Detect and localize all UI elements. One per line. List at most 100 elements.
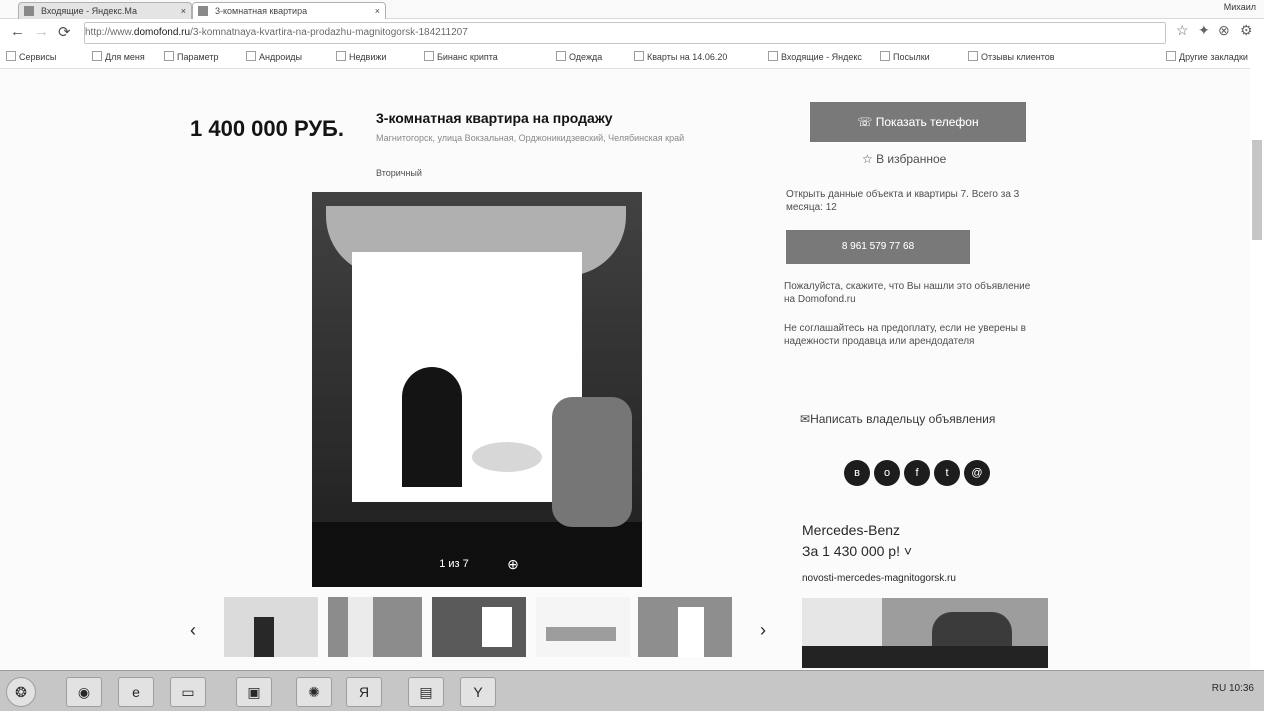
bookmark-item[interactable]: Параметр bbox=[164, 51, 219, 62]
bookmark-label: Входящие - Яндекс bbox=[781, 52, 862, 62]
photo-chair bbox=[552, 397, 632, 527]
star-icon: ☆ bbox=[862, 152, 877, 166]
photo-table bbox=[472, 442, 542, 472]
bookmark-item[interactable]: Кварты на 14.06.20 bbox=[634, 51, 727, 62]
bookmark-item[interactable]: Одежда bbox=[556, 51, 602, 62]
folder-icon bbox=[92, 51, 102, 61]
system-tray[interactable]: RU 10:36 bbox=[1212, 683, 1254, 694]
folder-icon bbox=[164, 51, 174, 61]
bookmark-item[interactable]: Отзывы клиентов bbox=[968, 51, 1055, 62]
settings-icon[interactable]: ✺ bbox=[296, 677, 332, 707]
twitter-icon[interactable]: t bbox=[934, 460, 960, 486]
mail-icon[interactable]: @ bbox=[964, 460, 990, 486]
favorite-button[interactable]: ☆ В избранное bbox=[862, 152, 946, 166]
photo-window bbox=[352, 252, 582, 502]
bookmark-item[interactable]: Для меня bbox=[92, 51, 145, 62]
folder-icon bbox=[634, 51, 644, 61]
extension-icon[interactable]: ✦ bbox=[1198, 22, 1210, 39]
yandex-icon[interactable]: Я bbox=[346, 677, 382, 707]
favorite-label: В избранное bbox=[876, 152, 947, 166]
main-photo[interactable] bbox=[312, 192, 642, 587]
bookmark-label: Отзывы клиентов bbox=[981, 52, 1055, 62]
bookmark-item[interactable]: Недвижи bbox=[336, 51, 386, 62]
tab-label: Входящие - Яндекс.Ма bbox=[41, 6, 138, 16]
close-icon[interactable]: × bbox=[375, 3, 380, 19]
thumbnail[interactable] bbox=[328, 597, 422, 657]
facebook-icon[interactable]: f bbox=[904, 460, 930, 486]
thumb-bg bbox=[328, 597, 422, 657]
ad-site[interactable]: novosti-mercedes-magnitogorsk.ru bbox=[802, 573, 956, 584]
views-info: Открыть данные объекта и квартиры 7. Все… bbox=[786, 189, 1020, 213]
close-icon[interactable]: × bbox=[181, 3, 186, 19]
reload-icon[interactable]: ⟳ bbox=[58, 23, 71, 41]
thumbnail[interactable] bbox=[638, 597, 732, 657]
thumbnail[interactable] bbox=[432, 597, 526, 657]
toolbar: ← → ⟳ http://www.domofond.ru/3-komnatnay… bbox=[0, 19, 1264, 46]
menu-icon[interactable]: ⚙ bbox=[1240, 22, 1253, 39]
photo-figure bbox=[402, 367, 462, 487]
address-bar[interactable]: http://www.domofond.ru/3-komnatnaya-kvar… bbox=[84, 22, 1166, 44]
bookmark-item[interactable]: Посылки bbox=[880, 51, 930, 62]
prepay-warning: Не соглашайтесь на предоплату, если не у… bbox=[784, 323, 1026, 347]
forward-icon[interactable]: → bbox=[34, 23, 49, 40]
bookmark-label: Андроиды bbox=[259, 52, 302, 62]
tab-mail[interactable]: Входящие - Яндекс.Ма × bbox=[18, 2, 192, 19]
other-bookmarks[interactable]: Другие закладки bbox=[1166, 51, 1248, 62]
mail-favicon-icon bbox=[24, 6, 34, 16]
media-icon[interactable]: ▣ bbox=[236, 677, 272, 707]
bookmarks-bar: Сервисы Для меня Параметр Андроиды Недви… bbox=[0, 46, 1264, 69]
url-domain: domofond.ru bbox=[133, 27, 191, 38]
app-icon[interactable]: ▤ bbox=[408, 677, 444, 707]
phone-icon: ☏ bbox=[857, 115, 876, 129]
page-icon bbox=[424, 51, 434, 61]
start-icon[interactable]: ❂ bbox=[6, 677, 36, 707]
thumb-shape bbox=[348, 597, 373, 657]
ok-icon[interactable]: о bbox=[874, 460, 900, 486]
apps-bookmark[interactable]: Сервисы bbox=[6, 51, 56, 62]
photo-counter: 1 из 7 bbox=[422, 550, 486, 578]
thumb-shape bbox=[678, 607, 704, 657]
thumbs-next-icon[interactable]: › bbox=[760, 620, 766, 641]
folder-icon bbox=[556, 51, 566, 61]
sync-icon[interactable]: ⊗ bbox=[1218, 22, 1230, 39]
star-icon[interactable]: ☆ bbox=[1176, 22, 1189, 39]
explorer-icon[interactable]: ▭ bbox=[170, 677, 206, 707]
chrome-icon[interactable]: ◉ bbox=[66, 677, 102, 707]
thumbnail[interactable] bbox=[224, 597, 318, 657]
folder-icon bbox=[336, 51, 346, 61]
yandex-browser-icon[interactable]: Y bbox=[460, 677, 496, 707]
package-icon bbox=[880, 51, 890, 61]
listing-type: Вторичный bbox=[376, 168, 422, 178]
thumbnail[interactable] bbox=[536, 597, 630, 657]
back-icon[interactable]: ← bbox=[10, 23, 25, 40]
vk-icon[interactable]: в bbox=[844, 460, 870, 486]
bookmark-item[interactable]: Андроиды bbox=[246, 51, 302, 62]
bookmark-label: Сервисы bbox=[19, 52, 57, 62]
bookmark-label: Для меня bbox=[105, 52, 145, 62]
ie-icon[interactable]: e bbox=[118, 677, 154, 707]
write-owner-link[interactable]: ✉Написать владельцу объявления bbox=[800, 412, 995, 426]
write-owner-label: Написать владельцу объявления bbox=[810, 412, 996, 426]
thumb-shape bbox=[254, 617, 274, 657]
bookmark-item[interactable]: Входящие - Яндекс bbox=[768, 51, 862, 62]
taskbar: ❂ ◉ e ▭ ▣ ✺ Я ▤ Y RU 10:36 bbox=[0, 670, 1264, 711]
phone-number-button[interactable]: 8 961 579 77 68 bbox=[786, 230, 970, 264]
show-phone-button[interactable]: ☏ Показать телефон bbox=[810, 102, 1026, 142]
bookmark-label: Параметр bbox=[177, 52, 219, 62]
bookmark-item[interactable]: Бинанс крипта bbox=[424, 51, 498, 62]
zoom-icon[interactable]: ⊕ bbox=[494, 550, 532, 578]
apps-icon bbox=[6, 51, 16, 61]
ad-image-shape bbox=[802, 646, 1048, 668]
folder-icon bbox=[246, 51, 256, 61]
tab-listing[interactable]: 3-комнатная квартира × bbox=[192, 2, 386, 19]
bookmark-label: Недвижи bbox=[349, 52, 387, 62]
ad-title[interactable]: Mercedes-Benz bbox=[802, 522, 900, 538]
page-favicon-icon bbox=[198, 6, 208, 16]
scrollbar-thumb[interactable] bbox=[1252, 140, 1262, 240]
thumbs-prev-icon[interactable]: ‹ bbox=[190, 620, 196, 641]
profile-name[interactable]: Михаил bbox=[1224, 2, 1256, 12]
listing-address[interactable]: Магнитогорск, улица Вокзальная, Орджоник… bbox=[376, 132, 746, 144]
folder-icon bbox=[968, 51, 978, 61]
ad-image[interactable] bbox=[802, 598, 1048, 668]
ad-price[interactable]: За 1 430 000 р! ˅ bbox=[802, 543, 912, 559]
